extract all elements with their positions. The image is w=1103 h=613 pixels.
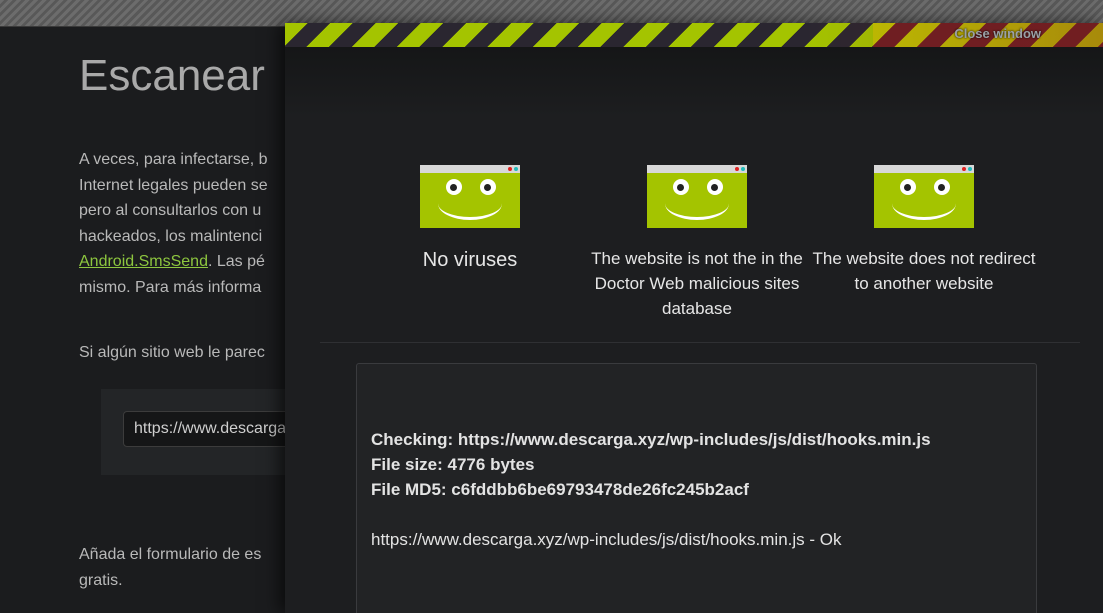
result-no-viruses: No viruses <box>355 165 585 273</box>
file-size-line: File size: 4776 bytes <box>371 455 535 474</box>
scan-result-line: https://www.descarga.xyz/wp-includes/js/… <box>371 530 842 549</box>
footer-line: Añada el formulario de es <box>79 546 262 563</box>
page-title: Escanear <box>79 51 265 100</box>
smiling-window-icon <box>420 165 520 228</box>
result-not-in-database: The website is not the in the Doctor Web… <box>582 165 812 321</box>
scan-report: Checking: https://www.descarga.xyz/wp-in… <box>356 363 1037 613</box>
paragraph-line: Internet legales pueden se <box>79 176 268 194</box>
result-summary: No viruses The website is not the in the… <box>285 165 1103 325</box>
file-md5-line: File MD5: c6fddbb6be69793478de26fc245b2a… <box>371 480 749 499</box>
hazard-stripe-fade <box>803 23 1103 47</box>
footer-text: Añada el formulario de es gratis. <box>79 542 261 594</box>
scan-result-modal: Close window No viruses The website is n… <box>285 23 1103 613</box>
paragraph-line: hackeados, los malintenci <box>79 227 263 245</box>
paragraph-line: mismo. Para más informa <box>79 278 262 296</box>
paragraph-line: pero al consultarlos con u <box>79 202 262 219</box>
footer-line: gratis. <box>79 572 123 589</box>
intro-paragraph: A veces, para infectarse, b Internet leg… <box>79 147 319 300</box>
scan-form: https://www.descarga <box>101 389 301 475</box>
paragraph-text: . Las pé <box>207 253 265 270</box>
result-label: The website does not redirect to another… <box>812 249 1036 293</box>
smiling-window-icon <box>874 165 974 228</box>
modal-shade <box>285 47 1103 117</box>
url-input[interactable]: https://www.descarga <box>123 411 301 447</box>
android-smssend-link[interactable]: Android.SmsSend <box>79 253 208 270</box>
paragraph-line: A veces, para infectarse, b <box>79 151 268 168</box>
checking-line: Checking: https://www.descarga.xyz/wp-in… <box>371 430 931 449</box>
result-label: No viruses <box>422 249 518 271</box>
result-no-redirect: The website does not redirect to another… <box>809 165 1039 296</box>
close-window-button[interactable]: Close window <box>954 26 1041 41</box>
question-text: Si algún sitio web le parec <box>79 344 265 361</box>
smiling-window-icon <box>647 165 747 228</box>
divider <box>320 342 1080 343</box>
result-label: The website is not the in the Doctor Web… <box>591 249 803 318</box>
paragraph-line: Android.SmsSend. Las pé <box>79 249 319 275</box>
